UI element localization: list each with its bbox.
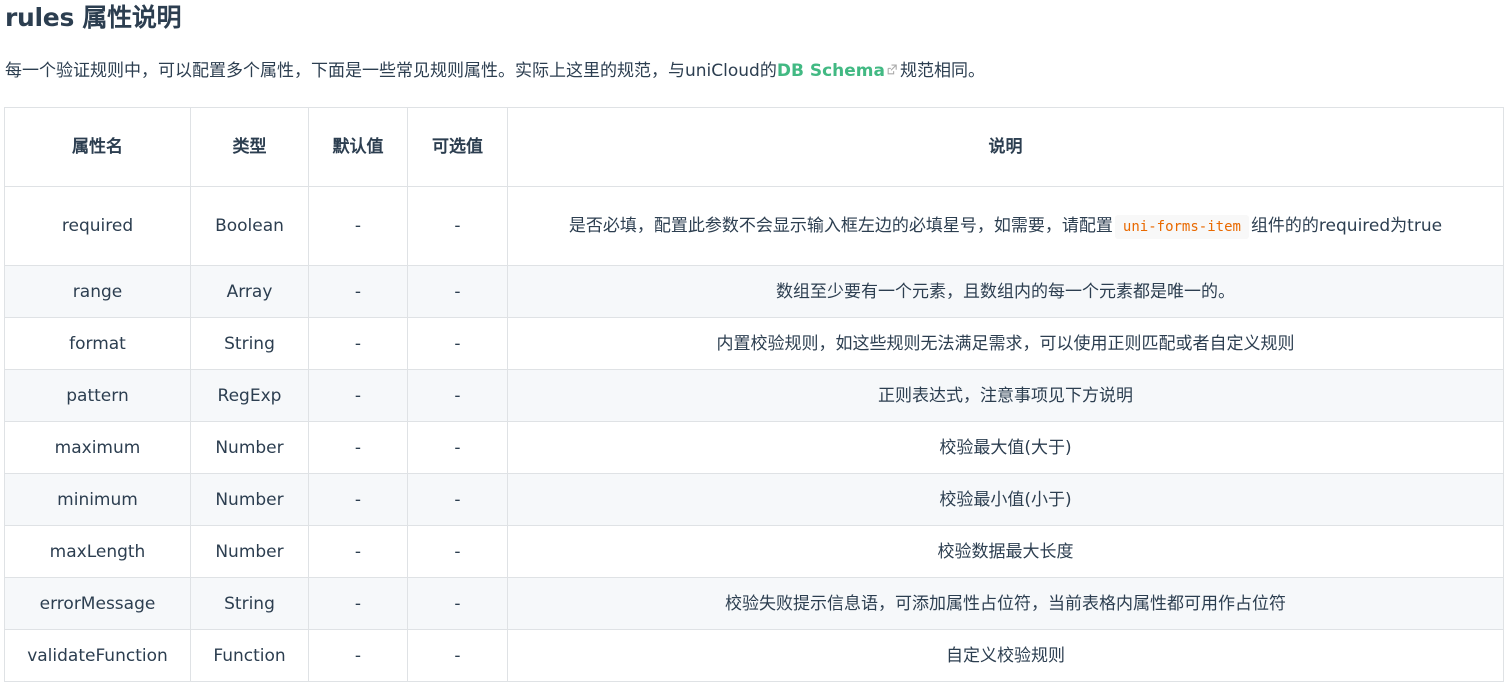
cell-desc: 正则表达式，注意事项见下方说明 — [507, 369, 1504, 422]
cell-type: Number — [190, 473, 309, 526]
table-row: required Boolean - - 是否必填，配置此参数不会显示输入框左边… — [4, 186, 1504, 266]
intro-paragraph: 每一个验证规则中，可以配置多个属性，下面是一些常见规则属性。实际上这里的规范，与… — [5, 59, 985, 83]
cell-default: - — [308, 525, 408, 578]
cell-desc: 校验最小值(小于) — [507, 473, 1504, 526]
cell-options: - — [407, 186, 508, 266]
header-desc: 说明 — [507, 107, 1504, 187]
cell-type: Boolean — [190, 186, 309, 266]
table-row: pattern RegExp - - 正则表达式，注意事项见下方说明 — [4, 369, 1504, 422]
cell-options: - — [407, 265, 508, 318]
desc-text-before: 是否必填，配置此参数不会显示输入框左边的必填星号，如需要，请配置 — [568, 215, 1113, 236]
cell-options: - — [407, 369, 508, 422]
table-header-row: 属性名 类型 默认值 可选值 说明 — [4, 107, 1504, 187]
table-row: range Array - - 数组至少要有一个元素，且数组内的每一个元素都是唯… — [4, 265, 1504, 318]
table-row: errorMessage String - - 校验失败提示信息语，可添加属性占… — [4, 577, 1504, 630]
cell-type: Array — [190, 265, 309, 318]
cell-desc: 是否必填，配置此参数不会显示输入框左边的必填星号，如需要，请配置 uni-form… — [507, 186, 1504, 266]
cell-type: String — [190, 577, 309, 630]
cell-desc: 自定义校验规则 — [507, 629, 1504, 682]
cell-name: minimum — [4, 473, 191, 526]
cell-name: range — [4, 265, 191, 318]
cell-default: - — [308, 577, 408, 630]
cell-type: Number — [190, 421, 309, 474]
page-heading: rules 属性说明 — [5, 3, 182, 32]
table-row: maximum Number - - 校验最大值(大于) — [4, 421, 1504, 474]
cell-desc: 校验最大值(大于) — [507, 421, 1504, 474]
cell-type: Function — [190, 629, 309, 682]
cell-desc: 内置校验规则，如这些规则无法满足需求，可以使用正则匹配或者自定义规则 — [507, 317, 1504, 370]
cell-name: validateFunction — [4, 629, 191, 682]
cell-options: - — [407, 421, 508, 474]
cell-default: - — [308, 317, 408, 370]
cell-desc: 数组至少要有一个元素，且数组内的每一个元素都是唯一的。 — [507, 265, 1504, 318]
cell-default: - — [308, 421, 408, 474]
cell-options: - — [407, 577, 508, 630]
header-type: 类型 — [190, 107, 309, 187]
cell-type: String — [190, 317, 309, 370]
cell-type: RegExp — [190, 369, 309, 422]
table-row: format String - - 内置校验规则，如这些规则无法满足需求，可以使… — [4, 317, 1504, 370]
inline-code: uni-forms-item — [1114, 214, 1249, 239]
cell-options: - — [407, 525, 508, 578]
table-row: minimum Number - - 校验最小值(小于) — [4, 473, 1504, 526]
cell-name: maximum — [4, 421, 191, 474]
cell-default: - — [308, 186, 408, 266]
cell-type: Number — [190, 525, 309, 578]
desc-text-after: 组件的的required为true — [1250, 215, 1443, 236]
cell-name: format — [4, 317, 191, 370]
db-schema-link[interactable]: DB Schema — [777, 61, 885, 81]
cell-default: - — [308, 265, 408, 318]
cell-desc: 校验失败提示信息语，可添加属性占位符，当前表格内属性都可用作占位符 — [507, 577, 1504, 630]
cell-options: - — [407, 473, 508, 526]
table-row: validateFunction Function - - 自定义校验规则 — [4, 629, 1504, 682]
intro-text-before: 每一个验证规则中，可以配置多个属性，下面是一些常见规则属性。实际上这里的规范，与… — [5, 61, 777, 81]
header-default: 默认值 — [308, 107, 408, 187]
cell-name: errorMessage — [4, 577, 191, 630]
cell-desc: 校验数据最大长度 — [507, 525, 1504, 578]
cell-options: - — [407, 317, 508, 370]
cell-default: - — [308, 629, 408, 682]
intro-text-after: 规范相同。 — [899, 61, 985, 81]
cell-options: - — [407, 629, 508, 682]
cell-name: maxLength — [4, 525, 191, 578]
external-link-icon — [887, 64, 897, 75]
cell-name: required — [4, 186, 191, 266]
rules-table: 属性名 类型 默认值 可选值 说明 required Boolean - - 是… — [4, 107, 1504, 682]
cell-name: pattern — [4, 369, 191, 422]
header-name: 属性名 — [4, 107, 191, 187]
header-options: 可选值 — [407, 107, 508, 187]
table-row: maxLength Number - - 校验数据最大长度 — [4, 525, 1504, 578]
cell-default: - — [308, 473, 408, 526]
cell-default: - — [308, 369, 408, 422]
